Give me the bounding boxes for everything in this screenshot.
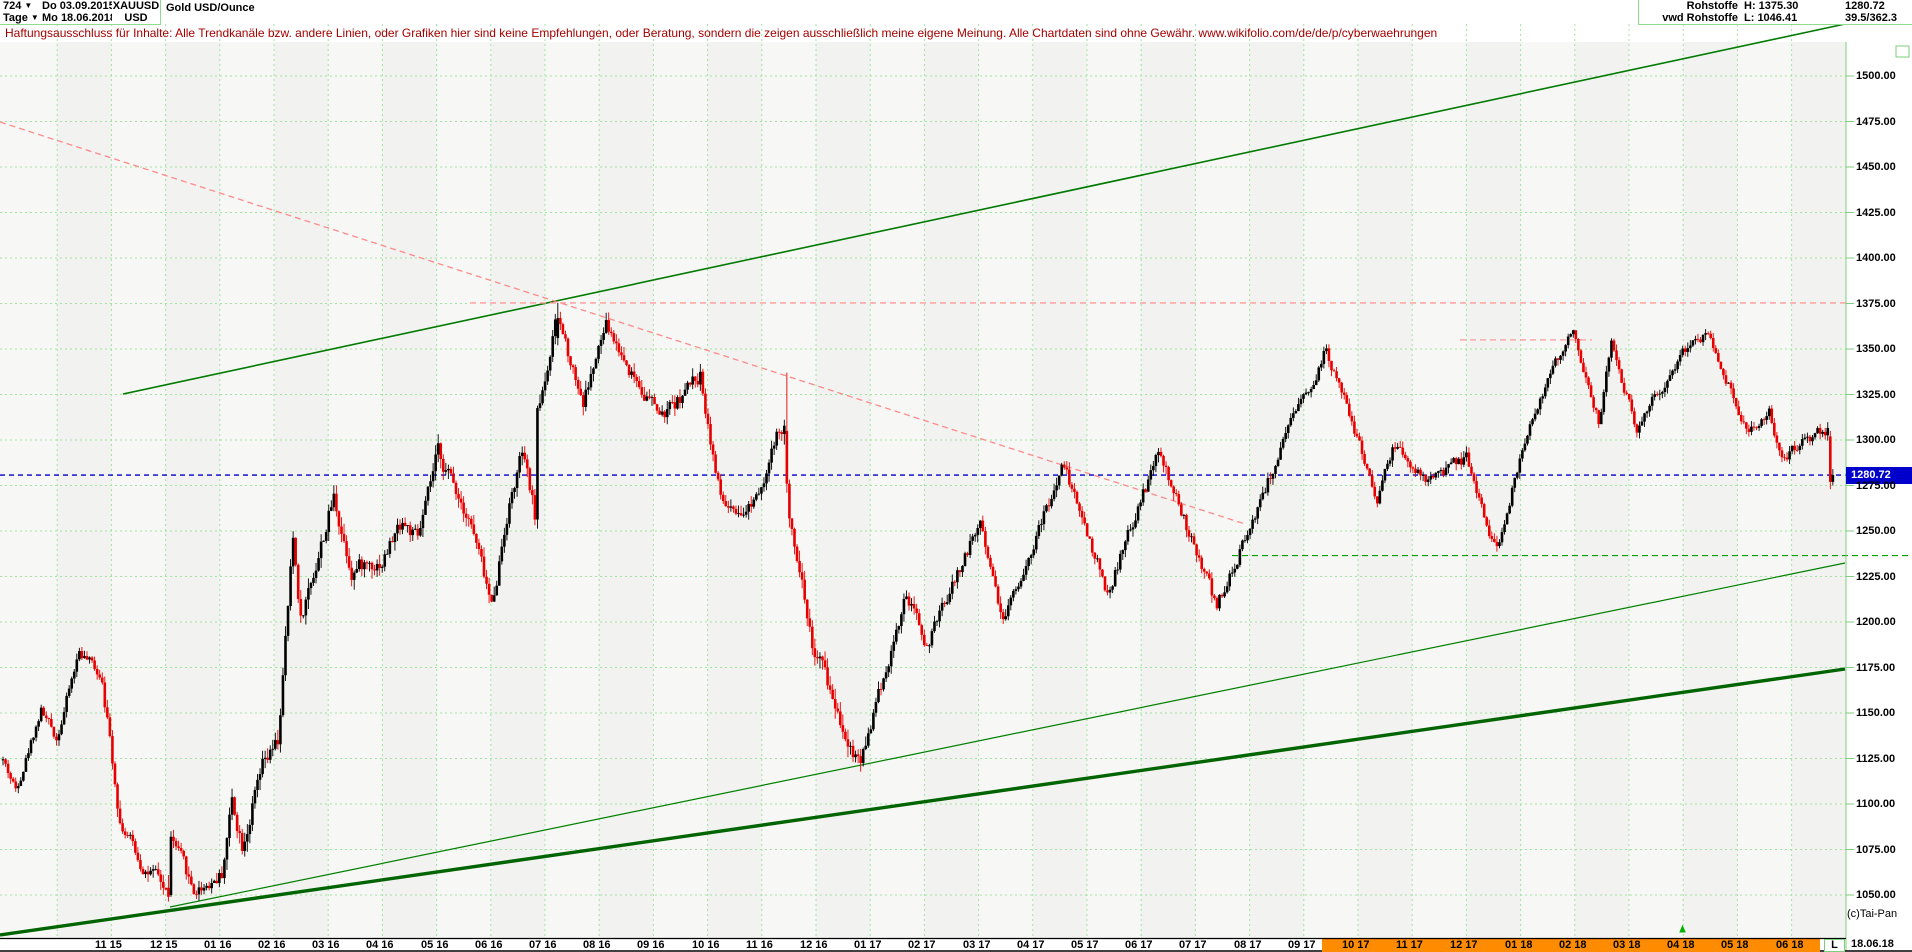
- x-axis-label: 10 16: [692, 939, 720, 951]
- y-axis-label: 1225.00: [1856, 571, 1896, 583]
- y-axis-label: 1175.00: [1856, 662, 1896, 674]
- x-axis-label: 06 16: [475, 939, 503, 951]
- x-axis-label: 01 18: [1505, 939, 1533, 951]
- x-axis-label: 03 16: [312, 939, 340, 951]
- x-axis-label: 03 17: [963, 939, 991, 951]
- x-axis-label: 11 16: [746, 939, 773, 951]
- x-axis-label: 02 18: [1559, 939, 1587, 951]
- y-axis-label: 1425.00: [1856, 207, 1896, 219]
- y-axis-label: 1325.00: [1856, 389, 1896, 401]
- y-axis-label: 1375.00: [1856, 298, 1896, 310]
- chart-corner-icon[interactable]: [1895, 45, 1910, 58]
- x-axis-label: 12 17: [1450, 939, 1478, 951]
- x-axis-label: 02 17: [908, 939, 936, 951]
- x-axis-label: 06 18: [1776, 939, 1804, 951]
- y-axis-label: 1400.00: [1856, 252, 1896, 264]
- x-axis-label: 12 16: [800, 939, 828, 951]
- x-axis-label: 08 17: [1234, 939, 1262, 951]
- y-axis-label: 1150.00: [1856, 707, 1896, 719]
- x-axis-label: 11 15: [95, 939, 122, 951]
- x-axis-label: 09 17: [1288, 939, 1316, 951]
- y-axis-label: 1475.00: [1856, 116, 1896, 128]
- scale-mode-toggle[interactable]: L: [1824, 939, 1845, 952]
- x-axis-label: 08 16: [583, 939, 611, 951]
- y-axis-label: 1500.00: [1856, 70, 1896, 82]
- candlestick-chart-canvas[interactable]: [0, 0, 1912, 952]
- x-axis-label: 02 16: [258, 939, 286, 951]
- y-axis-label: 1300.00: [1856, 434, 1896, 446]
- copyright-label: (c)Tai-Pan: [1847, 908, 1898, 920]
- y-axis-label: 1275.00: [1856, 480, 1896, 492]
- y-axis-label: 1200.00: [1856, 616, 1896, 628]
- y-axis-label: 1350.00: [1856, 343, 1896, 355]
- y-axis-label: 1125.00: [1856, 753, 1896, 765]
- x-axis-label: 05 17: [1071, 939, 1099, 951]
- chart-window: 724 ▼ Tage ▼ Do 03.09.2015 Mo 18.06.2018…: [0, 0, 1912, 952]
- x-axis-label: 04 18: [1667, 939, 1695, 951]
- y-axis-label: 1075.00: [1856, 844, 1896, 856]
- x-axis-label: 06 17: [1125, 939, 1153, 951]
- x-axis-label: 12 15: [150, 939, 178, 951]
- y-axis-label: 1250.00: [1856, 525, 1896, 537]
- x-axis-label: 10 17: [1342, 939, 1370, 951]
- x-axis-label: 11 17: [1396, 939, 1423, 951]
- x-axis-label: 01 16: [204, 939, 232, 951]
- x-axis-label: 04 17: [1017, 939, 1045, 951]
- x-axis-label: 04 16: [366, 939, 394, 951]
- chevron-down-icon: ▼: [24, 1, 33, 10]
- x-axis-label: 05 16: [421, 939, 449, 951]
- y-axis-label: 1450.00: [1856, 161, 1896, 173]
- x-axis-label: 09 16: [637, 939, 665, 951]
- y-axis-label: 1100.00: [1856, 798, 1896, 810]
- x-axis-label: 05 18: [1721, 939, 1749, 951]
- x-axis-label: 07 17: [1179, 939, 1207, 951]
- y-axis-label: 1050.00: [1856, 889, 1896, 901]
- disclaimer-text: Haftungsausschluss für Inhalte: Alle Tre…: [5, 26, 1438, 40]
- x-axis-label: 01 17: [854, 939, 882, 951]
- x-axis-label: 03 18: [1613, 939, 1641, 951]
- chart-title: Gold USD/Ounce: [166, 2, 255, 14]
- last-date-label: 18.06.18: [1851, 938, 1894, 950]
- x-axis-label: 07 16: [529, 939, 557, 951]
